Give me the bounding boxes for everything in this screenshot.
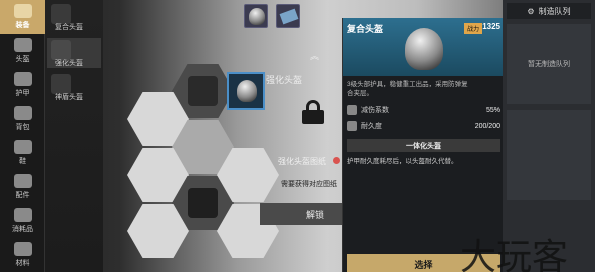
subcategory-item[interactable]: 神盾头盔 — [47, 72, 101, 102]
category-shoes[interactable]: 鞋 — [0, 136, 45, 170]
subcategory-item[interactable]: 强化头盔 — [47, 38, 101, 68]
category-consumables[interactable]: 消耗品 — [0, 204, 45, 238]
queue-header[interactable]: ⚙ 制造队列 — [507, 3, 591, 19]
lock-icon — [51, 40, 71, 60]
boot-icon — [13, 140, 32, 154]
subcategory-list: 复合头盔 强化头盔 神盾头盔 — [45, 0, 103, 272]
gear-icon: ⚙ — [527, 6, 535, 16]
blueprint-card-icon[interactable] — [276, 4, 300, 28]
power-badge: 战力 — [463, 23, 482, 34]
selected-item-tile[interactable] — [227, 72, 265, 110]
requirement-text: 需要获得对应图纸 — [281, 181, 337, 188]
category-materials[interactable]: 材料 — [0, 238, 45, 272]
category-accessories[interactable]: 配件 — [0, 170, 45, 204]
lock-icon — [51, 74, 71, 94]
category-helmet[interactable]: 头盔 — [0, 34, 45, 68]
perk-description: 护甲耐久度耗尽后，以头盔耐久代替。 — [347, 158, 458, 165]
attachment-icon — [13, 174, 32, 188]
armor-icon — [13, 72, 32, 86]
shield-icon — [347, 105, 357, 115]
chevron-up-icon[interactable]: ︽ — [310, 49, 319, 62]
detail-title: 复合头盔 — [347, 24, 384, 34]
helmet-icon — [237, 80, 257, 102]
perk-title: 一体化头盔 — [347, 139, 500, 152]
detail-description: 3级头部护具，稳健重工出品，采用防弹复 合夹层。 — [347, 81, 468, 98]
center-item-title: 强化头盔 — [266, 75, 303, 85]
watermark-logo: 大玩客 — [460, 237, 569, 272]
helmet-icon — [405, 28, 443, 70]
wrench-icon — [347, 121, 357, 131]
consumable-icon — [13, 208, 32, 222]
category-armor[interactable]: 护甲 — [0, 68, 45, 102]
subcategory-item[interactable]: 复合头盔 — [47, 2, 101, 32]
stat-row: 减伤系数 55% — [347, 103, 500, 117]
blueprint-label: 强化头盔图纸 — [278, 157, 326, 166]
detail-header: 复合头盔 战力 1325 — [343, 18, 504, 76]
blueprint-status-dot — [333, 157, 340, 164]
helmet-blueprint-icon[interactable] — [244, 4, 268, 28]
queue-slot — [507, 110, 591, 200]
backpack-icon — [13, 106, 32, 120]
category-backpack[interactable]: 背包 — [0, 102, 45, 136]
lock-icon — [300, 100, 326, 124]
helmet-icon — [13, 38, 32, 52]
category-bar: 装备 头盔 护甲 背包 鞋 配件 消耗品 材料 — [0, 0, 45, 272]
material-icon — [13, 242, 32, 256]
stat-row: 耐久度 200/200 — [347, 119, 500, 133]
category-equipment[interactable]: 装备 — [0, 0, 45, 34]
vest-icon — [13, 4, 32, 18]
helmet-icon — [51, 4, 71, 24]
queue-slot: 暂无制造队列 — [507, 24, 591, 104]
power-value: 1325 — [482, 22, 500, 31]
